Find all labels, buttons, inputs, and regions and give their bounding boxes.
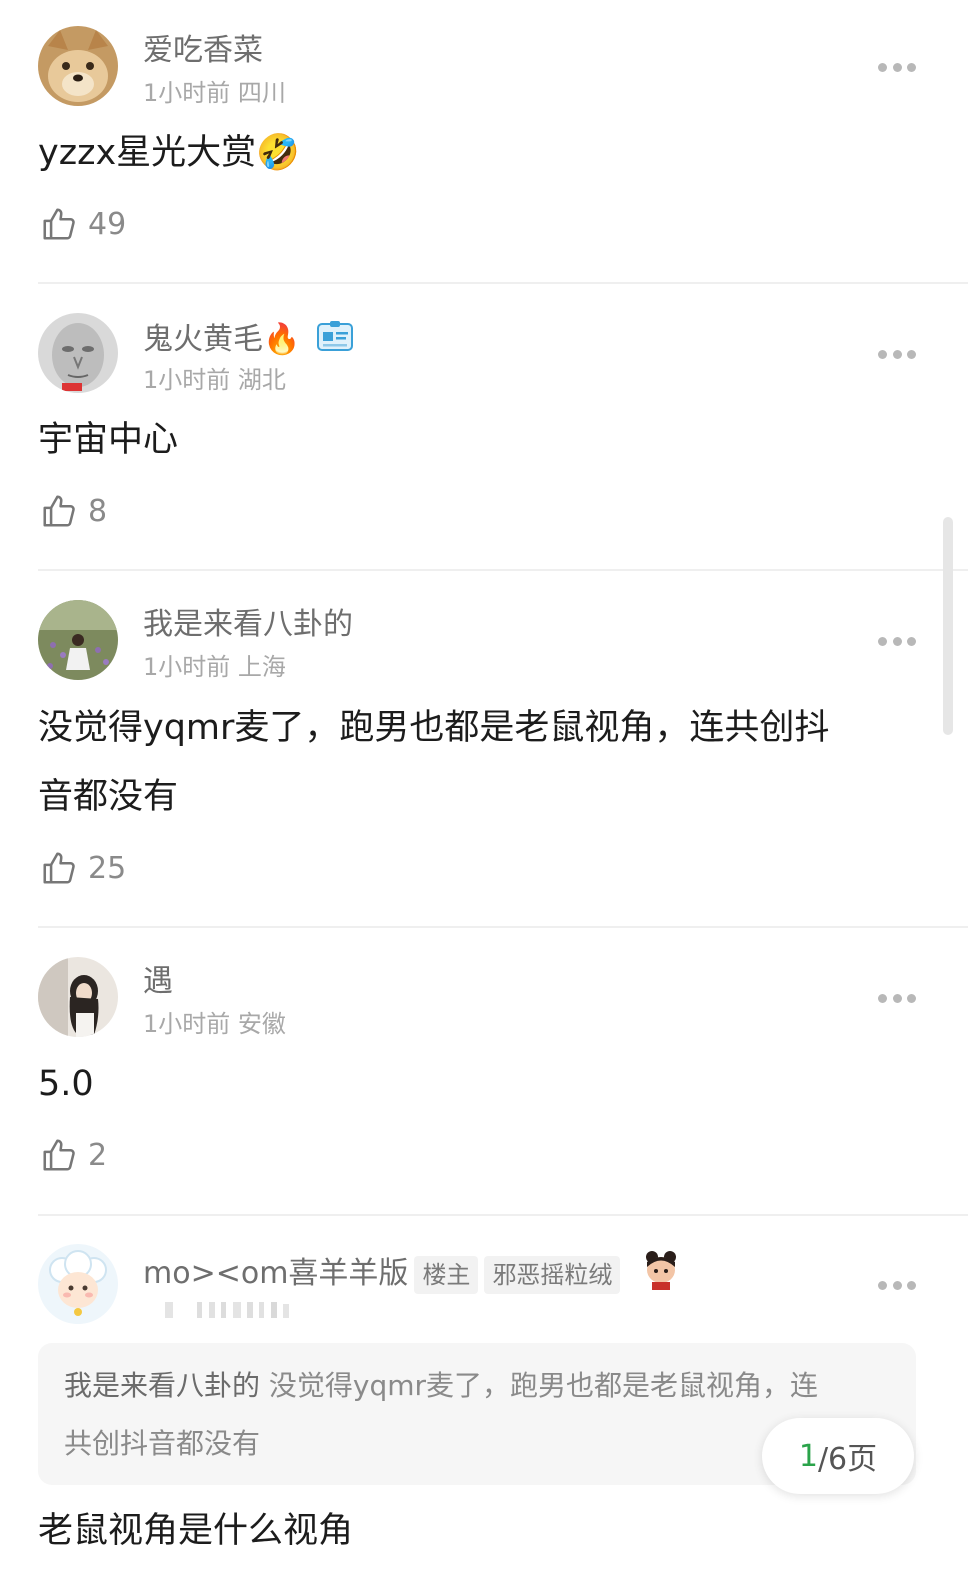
field-photo-avatar-icon [38,600,118,680]
user-avatar[interactable] [38,313,118,393]
comment-meta: 1小时前 安徽 [143,1010,286,1038]
like-count: 8 [88,493,108,529]
more-options-icon[interactable] [878,992,916,1004]
like-button[interactable]: 49 [40,204,126,244]
thumbs-up-icon [43,208,75,240]
user-avatar[interactable] [38,1244,118,1324]
thumbs-up-icon [43,852,75,884]
blurred-meta [143,1298,293,1320]
comment-meta: 1小时前 上海 [143,653,286,681]
username[interactable]: 鬼火黄毛🔥 [143,320,354,361]
scrollbar[interactable] [943,517,953,735]
girl-photo-avatar-icon [38,957,118,1037]
page-indicator[interactable]: 1/6页 [762,1418,914,1494]
fan-tag-badge: 邪恶摇粒绒 [484,1255,621,1294]
cartoon-sheep-avatar-icon [38,1244,118,1324]
like-count: 49 [88,206,127,242]
nezha-sticker-icon [642,1250,680,1299]
id-card-badge-icon [316,320,354,361]
quoted-username: 我是来看八卦的 [64,1369,261,1402]
divider [38,282,968,284]
comment-text: 老鼠视角是什么视角 [38,1511,354,1551]
more-options-icon[interactable] [878,61,916,73]
thumbs-up-icon [43,495,75,527]
divider [38,926,968,928]
page-total: /6页 [817,1442,878,1477]
like-button[interactable]: 25 [40,848,126,888]
more-options-icon[interactable] [878,348,916,360]
divider [38,1214,968,1216]
comment-text: 没觉得yqmr麦了，跑男也都是老鼠视角，连共创抖 音都没有 [38,694,908,832]
comment-text: 宇宙中心 [38,420,179,460]
comment-text: yzzx星光大赏🤣 [38,133,300,173]
user-avatar[interactable] [38,26,118,106]
like-count: 25 [88,850,127,886]
shiba-dog-avatar-icon [38,26,118,106]
comment-text-line: 音都没有 [38,777,179,817]
username-text: 鬼火黄毛🔥 [143,322,301,357]
op-badge: 楼主 [414,1255,479,1294]
quoted-text-line: 没觉得yqmr麦了，跑男也都是老鼠视角，连 [268,1369,819,1402]
like-button[interactable]: 2 [40,1135,107,1175]
username-text: mo><om喜羊羊版 [143,1256,409,1291]
stone-face-avatar-icon [38,313,118,393]
username[interactable]: mo><om喜羊羊版 楼主 邪恶摇粒绒 [143,1250,680,1299]
comment-meta: 1小时前 四川 [143,79,286,107]
username[interactable]: 爱吃香菜 [143,33,263,69]
more-options-icon[interactable] [878,1279,916,1291]
like-button[interactable]: 8 [40,491,107,531]
user-avatar[interactable] [38,600,118,680]
username[interactable]: 我是来看八卦的 [143,607,353,643]
thumbs-up-icon [43,1139,75,1171]
like-count: 2 [88,1137,108,1173]
more-options-icon[interactable] [878,635,916,647]
comment-text: 5.0 [38,1064,94,1104]
divider [38,569,968,571]
username[interactable]: 遇 [143,964,173,1000]
comment-meta: 1小时前 湖北 [143,366,286,394]
current-page: 1 [798,1438,818,1474]
user-avatar[interactable] [38,957,118,1037]
comment-text-line: 没觉得yqmr麦了，跑男也都是老鼠视角，连共创抖 [38,708,830,748]
